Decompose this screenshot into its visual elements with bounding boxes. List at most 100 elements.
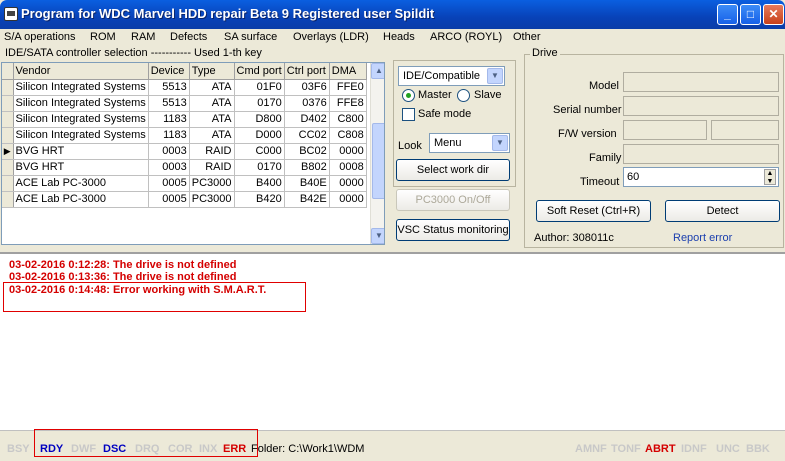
cell-vendor[interactable]: ACE Lab PC-3000 — [13, 191, 149, 208]
table-row[interactable]: Silicon Integrated Systems 5513 ATA 0170 037… — [2, 95, 367, 112]
cell-dma[interactable]: 0000 — [329, 175, 367, 192]
cell-type[interactable]: ATA — [189, 127, 235, 144]
maximize-button[interactable]: □ — [740, 4, 761, 25]
scroll-up-icon[interactable]: ▲ — [371, 63, 384, 79]
mode-select[interactable]: IDE/Compatible ▼ — [398, 66, 505, 86]
cell-type[interactable]: ATA — [189, 79, 235, 96]
table-row[interactable]: BVG HRT 0003 RAID 0170 B802 0008 — [2, 159, 367, 176]
menu-ram[interactable]: RAM — [131, 31, 155, 43]
menu-rom[interactable]: ROM — [90, 31, 116, 43]
table-row[interactable]: ▶ BVG HRT 0003 RAID C000 BC02 0000 — [2, 143, 367, 160]
chevron-down-icon[interactable]: ▼ — [487, 68, 503, 84]
cell-device[interactable]: 1183 — [148, 127, 190, 144]
cell-ctrl-port[interactable]: B40E — [284, 175, 330, 192]
menu-other[interactable]: Other — [513, 31, 541, 43]
menu-defects[interactable]: Defects — [170, 31, 207, 43]
cell-cmd-port[interactable]: B420 — [234, 191, 285, 208]
cell-cmd-port[interactable]: D800 — [234, 111, 285, 128]
cell-cmd-port[interactable]: C000 — [234, 143, 285, 160]
report-error-link[interactable]: Report error — [673, 232, 732, 244]
menu-arco[interactable]: ARCO (ROYL) — [430, 31, 502, 43]
cell-dma[interactable]: FFE8 — [329, 95, 367, 112]
cell-ctrl-port[interactable]: D402 — [284, 111, 330, 128]
cell-device[interactable]: 0005 — [148, 191, 190, 208]
menu-overlays[interactable]: Overlays (LDR) — [293, 31, 369, 43]
cell-vendor[interactable]: Silicon Integrated Systems — [13, 95, 149, 112]
cell-type[interactable]: RAID — [189, 159, 235, 176]
cell-vendor[interactable]: Silicon Integrated Systems — [13, 127, 149, 144]
cell-type[interactable]: ATA — [189, 111, 235, 128]
cell-dma[interactable]: 0008 — [329, 159, 367, 176]
minimize-button[interactable]: _ — [717, 4, 738, 25]
menu-sa-operations[interactable]: S/A operations — [4, 31, 76, 43]
look-select[interactable]: Menu ▼ — [429, 133, 510, 153]
table-row[interactable]: Silicon Integrated Systems 1183 ATA D800 D40… — [2, 111, 367, 128]
controller-grid: Vendor Device Type Cmd port Ctrl port DM… — [1, 62, 385, 245]
cell-device[interactable]: 0003 — [148, 159, 190, 176]
menu-heads[interactable]: Heads — [383, 31, 415, 43]
table-row[interactable]: Silicon Integrated Systems 1183 ATA D000 CC0… — [2, 127, 367, 144]
cell-vendor[interactable]: Silicon Integrated Systems — [13, 111, 149, 128]
table-row[interactable]: ACE Lab PC-3000 0005 PC3000 B420 B42E 0000 — [2, 191, 367, 208]
cell-ctrl-port[interactable]: 03F6 — [284, 79, 330, 96]
window-title: Program for WDC Marvel HDD repair Beta 9… — [21, 6, 435, 21]
cell-vendor[interactable]: ACE Lab PC-3000 — [13, 175, 149, 192]
cell-dma[interactable]: 0000 — [329, 191, 367, 208]
select-work-dir-button[interactable]: Select work dir — [396, 159, 510, 181]
cell-type[interactable]: ATA — [189, 95, 235, 112]
vsc-status-button[interactable]: VSC Status monitoring — [396, 219, 510, 241]
flag-idnf: IDNF — [681, 443, 707, 455]
grid-scrollbar[interactable]: ▲ ▼ — [370, 63, 384, 244]
master-radio[interactable] — [402, 89, 415, 102]
cell-dma[interactable]: C808 — [329, 127, 367, 144]
pc3000-toggle-button[interactable]: PC3000 On/Off — [396, 189, 510, 211]
cell-cmd-port[interactable]: 0170 — [234, 95, 285, 112]
cell-cmd-port[interactable]: D000 — [234, 127, 285, 144]
close-button[interactable]: ✕ — [763, 4, 784, 25]
cell-ctrl-port[interactable]: B802 — [284, 159, 330, 176]
safe-mode-checkbox[interactable] — [402, 108, 415, 121]
menu-sa-surface[interactable]: SA surface — [224, 31, 277, 43]
cell-vendor[interactable]: BVG HRT — [13, 159, 149, 176]
scroll-down-icon[interactable]: ▼ — [371, 228, 384, 244]
cell-cmd-port[interactable]: 0170 — [234, 159, 285, 176]
cell-ctrl-port[interactable]: BC02 — [284, 143, 330, 160]
slave-radio[interactable] — [457, 89, 470, 102]
timeout-input[interactable]: 60 ▲ ▼ — [623, 167, 779, 187]
cell-device[interactable]: 0003 — [148, 143, 190, 160]
cell-type[interactable]: PC3000 — [189, 175, 235, 192]
cell-device[interactable]: 1183 — [148, 111, 190, 128]
look-label: Look — [398, 140, 422, 152]
cell-dma[interactable]: 0000 — [329, 143, 367, 160]
cell-device[interactable]: 0005 — [148, 175, 190, 192]
detect-button[interactable]: Detect — [665, 200, 780, 222]
cell-ctrl-port[interactable]: 0376 — [284, 95, 330, 112]
header-device[interactable]: Device — [148, 63, 190, 80]
cell-device[interactable]: 5513 — [148, 79, 190, 96]
cell-dma[interactable]: FFE0 — [329, 79, 367, 96]
header-type[interactable]: Type — [189, 63, 235, 80]
cell-vendor[interactable]: BVG HRT — [13, 143, 149, 160]
cell-type[interactable]: PC3000 — [189, 191, 235, 208]
header-vendor[interactable]: Vendor — [13, 63, 149, 80]
spin-icon[interactable]: ▲ ▼ — [764, 169, 776, 185]
soft-reset-button[interactable]: Soft Reset (Ctrl+R) — [536, 200, 651, 222]
cell-ctrl-port[interactable]: B42E — [284, 191, 330, 208]
cell-cmd-port[interactable]: 01F0 — [234, 79, 285, 96]
table-row[interactable]: Silicon Integrated Systems 5513 ATA 01F0 03F… — [2, 79, 367, 96]
log-line: 03-02-2016 0:12:28: The drive is not def… — [9, 259, 237, 271]
flag-bsy: BSY — [7, 443, 30, 455]
scroll-thumb[interactable] — [372, 123, 384, 199]
cell-vendor[interactable]: Silicon Integrated Systems — [13, 79, 149, 96]
header-cmd-port[interactable]: Cmd port — [234, 63, 285, 80]
header-ctrl-port[interactable]: Ctrl port — [284, 63, 330, 80]
cell-device[interactable]: 5513 — [148, 95, 190, 112]
chevron-down-icon[interactable]: ▼ — [492, 135, 508, 151]
cell-cmd-port[interactable]: B400 — [234, 175, 285, 192]
cell-ctrl-port[interactable]: CC02 — [284, 127, 330, 144]
table-row[interactable]: ACE Lab PC-3000 0005 PC3000 B400 B40E 0000 — [2, 175, 367, 192]
cell-type[interactable]: RAID — [189, 143, 235, 160]
cell-dma[interactable]: C800 — [329, 111, 367, 128]
safe-mode-label: Safe mode — [418, 108, 472, 120]
header-dma[interactable]: DMA — [329, 63, 367, 80]
